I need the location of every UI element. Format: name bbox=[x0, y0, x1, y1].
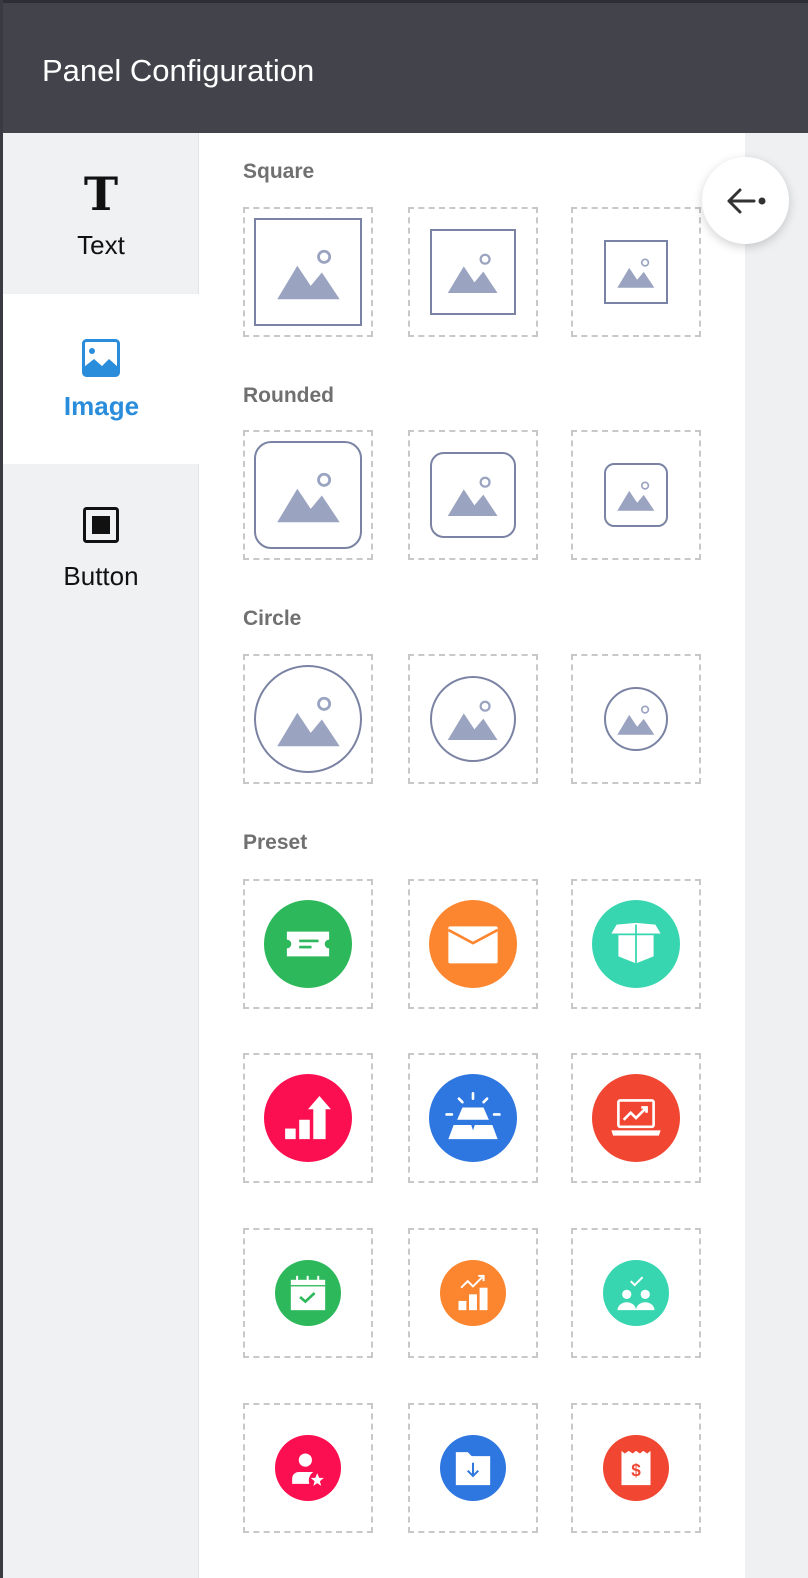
gold-bars-icon bbox=[429, 1074, 517, 1162]
image-placeholder-icon bbox=[276, 472, 340, 522]
rounded-frame bbox=[604, 463, 668, 527]
rounded-frame bbox=[254, 441, 362, 549]
mail-icon bbox=[429, 900, 517, 988]
rounded-medium-option[interactable] bbox=[408, 430, 538, 560]
preset-mail-option[interactable] bbox=[408, 879, 538, 1009]
rounded-frame bbox=[430, 452, 516, 538]
section-circle-label: Circle bbox=[243, 607, 302, 630]
section-preset-label: Preset bbox=[243, 831, 308, 854]
preset-team-check-option[interactable] bbox=[571, 1228, 701, 1358]
rounded-small-option[interactable] bbox=[571, 430, 701, 560]
image-placeholder-icon bbox=[617, 481, 655, 511]
square-frame bbox=[604, 240, 668, 304]
receipt-dollar-icon: $ bbox=[603, 1435, 669, 1501]
folder-download-icon bbox=[440, 1435, 506, 1501]
image-placeholder-icon bbox=[448, 477, 498, 517]
team-check-icon bbox=[603, 1260, 669, 1326]
square-small-option[interactable] bbox=[571, 207, 701, 337]
ticket-icon bbox=[264, 900, 352, 988]
section-rounded-label: Rounded bbox=[243, 384, 334, 407]
panel-title: Panel Configuration bbox=[42, 53, 315, 88]
svg-text:$: $ bbox=[631, 1460, 641, 1480]
section-square-label: Square bbox=[243, 160, 315, 183]
image-placeholder-icon bbox=[617, 705, 655, 735]
square-frame bbox=[254, 218, 362, 326]
rounded-large-option[interactable] bbox=[243, 430, 373, 560]
text-icon: T bbox=[83, 167, 119, 221]
trend-bars-icon bbox=[440, 1260, 506, 1326]
image-icon bbox=[82, 339, 120, 377]
preset-growth-chart-option[interactable] bbox=[243, 1053, 373, 1183]
user-star-icon bbox=[275, 1435, 341, 1501]
square-frame bbox=[430, 229, 516, 315]
tab-button[interactable]: Button bbox=[3, 464, 199, 634]
circle-medium-option[interactable] bbox=[408, 654, 538, 784]
image-placeholder-icon bbox=[448, 701, 498, 741]
circle-frame bbox=[604, 687, 668, 751]
button-icon bbox=[83, 507, 119, 543]
circle-small-option[interactable] bbox=[571, 654, 701, 784]
circle-frame bbox=[254, 665, 362, 773]
tab-image[interactable]: Image bbox=[3, 294, 200, 464]
square-large-option[interactable] bbox=[243, 207, 373, 337]
preset-gold-bars-option[interactable] bbox=[408, 1053, 538, 1183]
image-placeholder-icon bbox=[276, 249, 340, 299]
tab-image-label: Image bbox=[63, 391, 140, 421]
preset-ticket-option[interactable] bbox=[243, 879, 373, 1009]
preset-laptop-chart-option[interactable] bbox=[571, 1053, 701, 1183]
growth-chart-icon bbox=[264, 1074, 352, 1162]
element-type-sidebar: T Text Image Button bbox=[3, 133, 200, 1578]
tab-text[interactable]: T Text bbox=[3, 133, 199, 303]
preset-folder-download-option[interactable] bbox=[408, 1403, 538, 1533]
tab-text-label: Text bbox=[77, 230, 125, 260]
image-placeholder-icon bbox=[276, 696, 340, 746]
circle-frame bbox=[430, 676, 516, 762]
image-placeholder-icon bbox=[617, 258, 655, 288]
calendar-check-icon bbox=[275, 1260, 341, 1326]
laptop-chart-icon bbox=[592, 1074, 680, 1162]
box-icon bbox=[592, 900, 680, 988]
preset-trend-bars-option[interactable] bbox=[408, 1228, 538, 1358]
collapse-panel-button[interactable] bbox=[702, 157, 789, 244]
tab-button-label: Button bbox=[63, 561, 139, 591]
preset-box-option[interactable] bbox=[571, 879, 701, 1009]
image-options-panel: Square Rounded Circle Preset $ bbox=[199, 133, 745, 1578]
panel-header: Panel Configuration bbox=[0, 0, 808, 133]
collapse-arrow-icon bbox=[727, 188, 765, 213]
image-placeholder-icon bbox=[448, 254, 498, 294]
preset-calendar-check-option[interactable] bbox=[243, 1228, 373, 1358]
square-medium-option[interactable] bbox=[408, 207, 538, 337]
circle-large-option[interactable] bbox=[243, 654, 373, 784]
preset-user-star-option[interactable] bbox=[243, 1403, 373, 1533]
preset-receipt-dollar-option[interactable]: $ bbox=[571, 1403, 701, 1533]
